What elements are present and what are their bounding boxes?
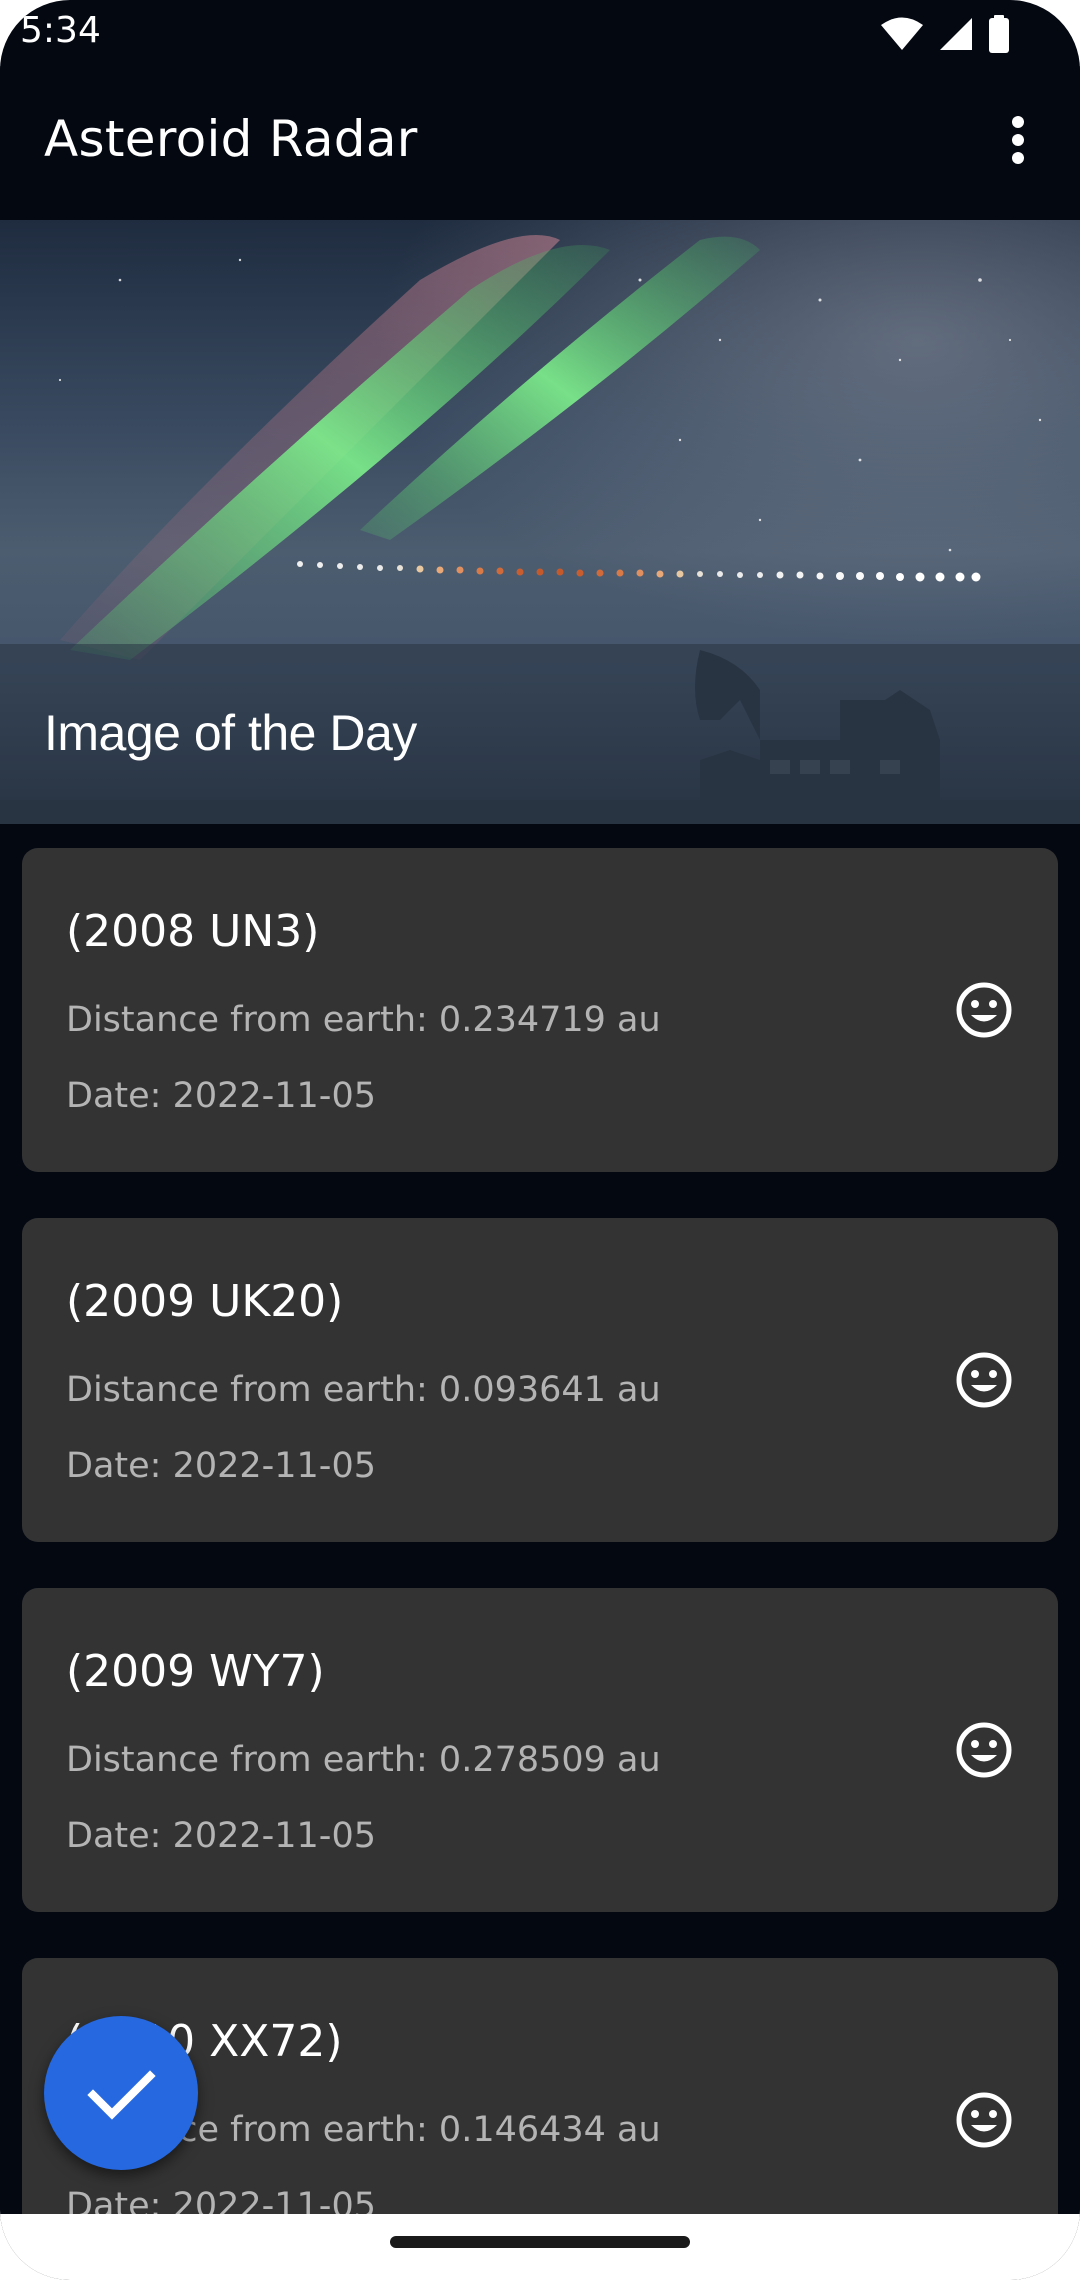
asteroid-date: Date: 2022-11-05 [66, 1076, 376, 1116]
image-of-the-day-caption: Image of the Day [44, 705, 417, 761]
asteroid-date: Date: 2022-11-05 [66, 1446, 376, 1486]
check-fab-button[interactable] [44, 2016, 198, 2170]
asteroid-card[interactable]: (2009 UK20) Distance from earth: 0.09364… [22, 1218, 1058, 1542]
battery-icon [988, 15, 1010, 53]
more-vert-icon [1012, 116, 1024, 164]
asteroid-date: Date: 2022-11-05 [66, 1816, 376, 1856]
asteroid-name: (2009 WY7) [66, 1646, 325, 1697]
asteroid-card[interactable]: (2009 WY7) Distance from earth: 0.278509… [22, 1588, 1058, 1912]
smile-icon [956, 1722, 1012, 1778]
asteroid-date: Date: 2022-11-05 [66, 2186, 376, 2214]
gesture-handle[interactable] [390, 2236, 690, 2248]
asteroid-list[interactable]: (2008 UN3) Distance from earth: 0.234719… [0, 824, 1080, 2214]
check-icon [87, 2070, 156, 2120]
asteroid-distance: Distance from earth: 0.234719 au [66, 1000, 661, 1040]
asteroid-distance: Distance from earth: 0.278509 au [66, 1740, 661, 1780]
asteroid-name: (2009 UK20) [66, 1276, 344, 1327]
status-time: 5:34 [20, 10, 101, 51]
image-of-the-day[interactable]: Image of the Day [0, 220, 1080, 824]
overflow-menu-button[interactable] [978, 100, 1058, 180]
asteroid-distance: Distance from earth: 0.093641 au [66, 1370, 661, 1410]
smile-icon [956, 1352, 1012, 1408]
smile-icon [956, 982, 1012, 1038]
app-bar: Asteroid Radar [0, 66, 1080, 220]
smile-icon [956, 2092, 1012, 2148]
asteroid-card[interactable]: (2008 UN3) Distance from earth: 0.234719… [22, 848, 1058, 1172]
wifi-icon [880, 16, 924, 52]
asteroid-name: (2008 UN3) [66, 906, 320, 957]
status-icons [880, 14, 1010, 54]
navigation-bar [0, 2214, 1080, 2280]
app-screen: 5:34 Asteroid Radar Image of the Day (20… [0, 0, 1080, 2280]
signal-icon [938, 16, 974, 52]
app-title: Asteroid Radar [44, 110, 418, 168]
status-bar: 5:34 [0, 0, 1080, 66]
